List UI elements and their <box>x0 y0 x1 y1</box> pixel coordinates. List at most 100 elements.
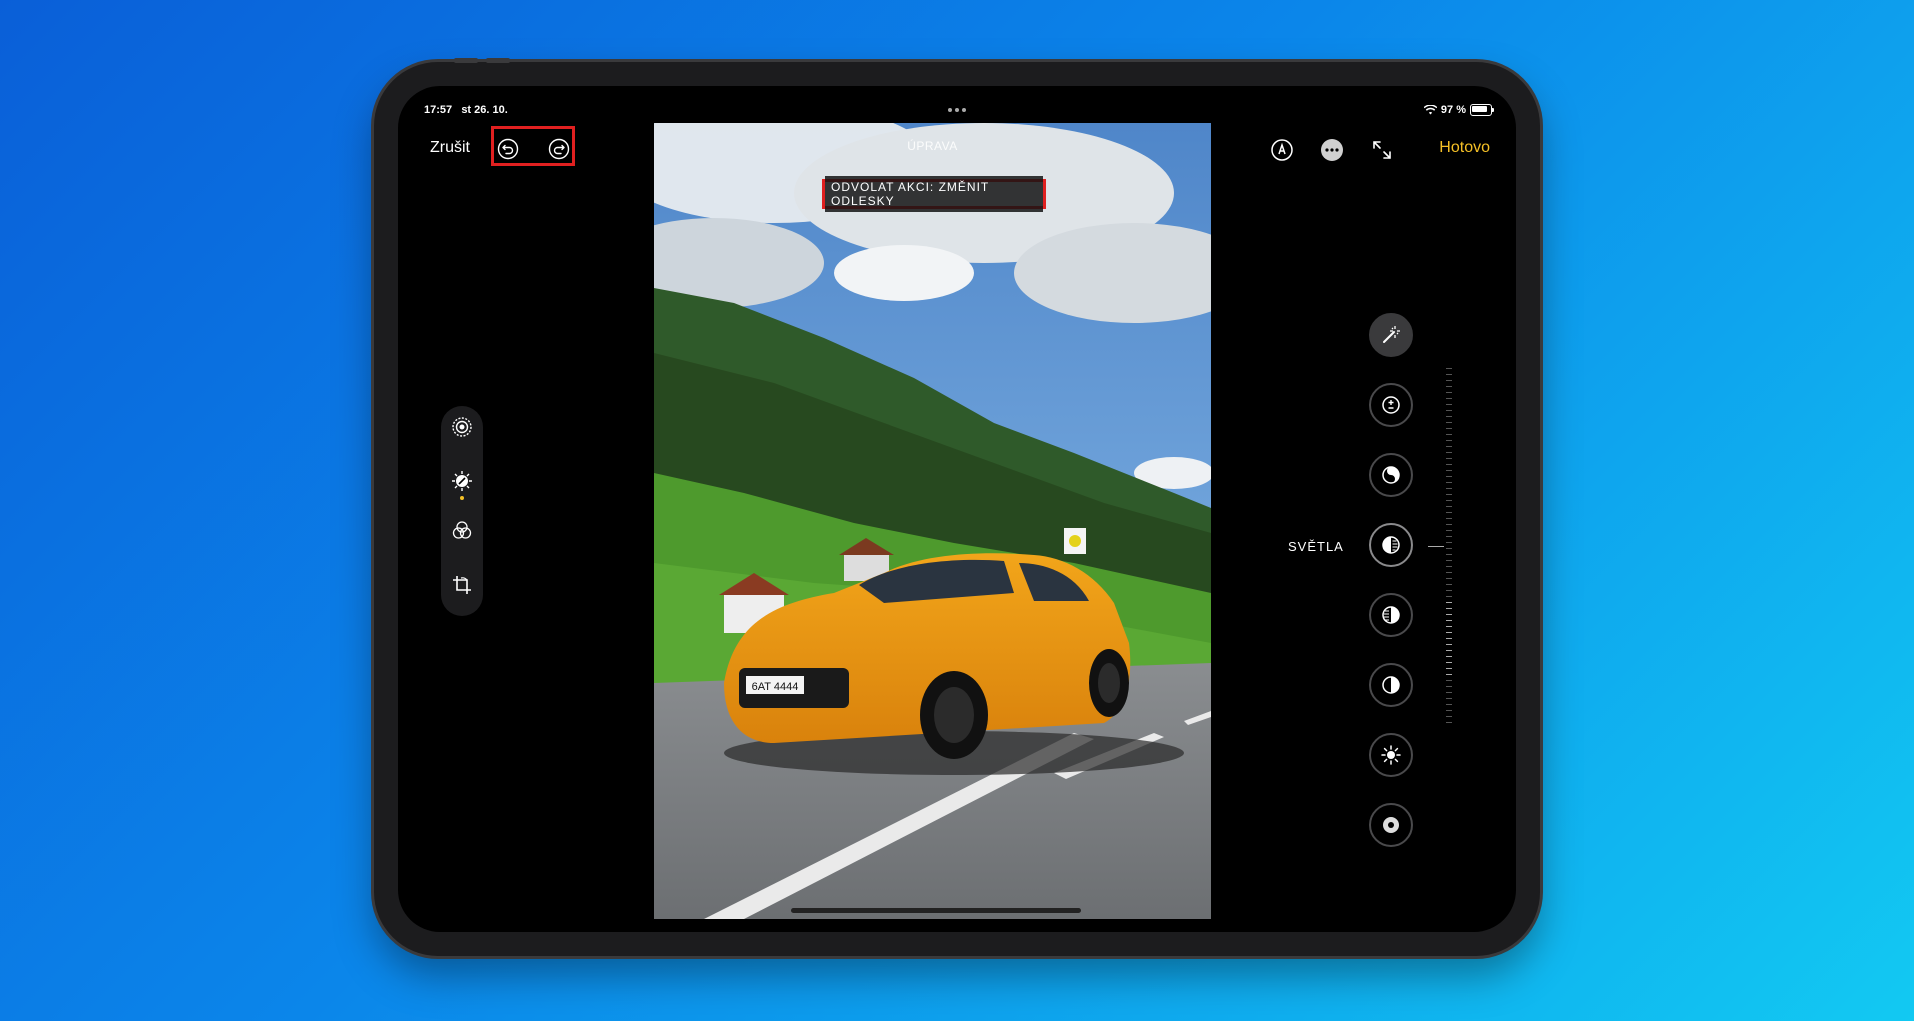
slider-tick <box>1446 644 1452 645</box>
slider-tick <box>1446 398 1452 399</box>
shadows-icon[interactable] <box>1369 593 1413 637</box>
battery-icon <box>1470 104 1494 116</box>
markup-pen-icon[interactable] <box>1270 138 1294 162</box>
slider-tick <box>1446 596 1452 597</box>
brightness-icon[interactable] <box>1369 733 1413 777</box>
slider-tick <box>1446 536 1452 537</box>
slider-tick <box>1446 542 1452 543</box>
slider-tick <box>1446 686 1452 687</box>
filters-icon[interactable] <box>451 520 473 542</box>
photo-image: 6AT 4444 <box>654 123 1211 919</box>
home-indicator[interactable] <box>791 908 1081 913</box>
slider-tick <box>1446 698 1452 699</box>
slider-tick <box>1446 554 1452 555</box>
slider-tick <box>1446 410 1452 411</box>
redo-icon[interactable] <box>548 138 570 160</box>
slider-tick <box>1446 584 1452 585</box>
slider-tick <box>1446 572 1452 573</box>
slider-tick <box>1446 416 1452 417</box>
done-button[interactable]: Hotovo <box>1439 139 1490 157</box>
slider-tick <box>1446 452 1452 453</box>
slider-tick <box>1446 446 1452 447</box>
status-bar-left: 17:57 st 26. 10. <box>424 104 508 116</box>
slider-tick <box>1446 512 1452 513</box>
undo-banner: ODVOLAT AKCI: ZMĚNIT ODLESKY <box>822 176 1046 212</box>
slider-tick <box>1446 380 1452 381</box>
slider-tick <box>1446 368 1452 369</box>
slider-tick <box>1446 674 1452 675</box>
screen: 17:57 st 26. 10. 97 % Zrušit 6AT 4444 ÚP… <box>398 86 1516 932</box>
status-bar-right: 97 % <box>1423 104 1494 116</box>
slider-tick <box>1446 476 1452 477</box>
status-date: st 26. 10. <box>461 104 508 116</box>
slider-tick <box>1446 578 1452 579</box>
multitasking-handle[interactable] <box>948 108 966 112</box>
brilliance-icon[interactable] <box>1369 453 1413 497</box>
contrast-icon[interactable] <box>1369 663 1413 707</box>
slider-tick <box>1446 404 1452 405</box>
adjustment-slider[interactable] <box>1440 368 1452 728</box>
cancel-button[interactable]: Zrušit <box>430 139 470 157</box>
more-icon[interactable] <box>1320 138 1344 162</box>
slider-tick <box>1446 482 1452 483</box>
slider-tick <box>1446 704 1452 705</box>
slider-tick <box>1446 422 1452 423</box>
slider-tick <box>1446 374 1452 375</box>
slider-tick <box>1446 650 1452 651</box>
slider-tick <box>1446 620 1452 621</box>
slider-tick <box>1446 500 1452 501</box>
slider-tick <box>1446 440 1452 441</box>
slider-tick <box>1446 710 1452 711</box>
slider-tick <box>1446 458 1452 459</box>
undo-icon[interactable] <box>497 138 519 160</box>
slider-tick <box>1446 470 1452 471</box>
slider-tick <box>1446 608 1452 609</box>
expand-icon[interactable] <box>1370 138 1394 162</box>
adjustment-label: SVĚTLA <box>1288 539 1344 554</box>
active-mode-dot <box>460 496 464 500</box>
slider-tick <box>1446 722 1452 723</box>
battery-percent: 97 % <box>1440 104 1466 116</box>
slider-indicator <box>1428 546 1444 547</box>
black-point-icon[interactable] <box>1369 803 1413 847</box>
slider-tick <box>1446 638 1452 639</box>
slider-tick <box>1446 386 1452 387</box>
slider-tick <box>1446 632 1452 633</box>
slider-tick <box>1446 464 1452 465</box>
slider-tick <box>1446 518 1452 519</box>
magic-wand-icon[interactable] <box>1369 313 1413 357</box>
slider-tick <box>1446 590 1452 591</box>
slider-tick <box>1446 656 1452 657</box>
live-photo-icon[interactable] <box>451 416 473 438</box>
slider-tick <box>1446 494 1452 495</box>
slider-tick <box>1446 524 1452 525</box>
slider-tick <box>1446 566 1452 567</box>
slider-tick <box>1446 602 1452 603</box>
exposure-icon[interactable] <box>1369 383 1413 427</box>
slider-tick <box>1446 488 1452 489</box>
slider-tick <box>1446 530 1452 531</box>
slider-tick <box>1446 548 1452 549</box>
ipad-frame: 17:57 st 26. 10. 97 % Zrušit 6AT 4444 ÚP… <box>374 58 1540 956</box>
license-plate: 6AT 4444 <box>752 681 799 693</box>
slider-tick <box>1446 614 1452 615</box>
edit-mode-toolbar <box>441 406 483 616</box>
wifi-icon <box>1423 105 1437 115</box>
slider-tick <box>1446 626 1452 627</box>
volume-button-2 <box>486 58 510 63</box>
edit-title: ÚPRAVA <box>907 139 958 153</box>
crop-rotate-icon[interactable] <box>451 574 473 596</box>
status-time: 17:57 <box>424 104 453 116</box>
slider-tick <box>1446 662 1452 663</box>
volume-button <box>454 58 478 63</box>
slider-tick <box>1446 428 1452 429</box>
photo-canvas[interactable]: 6AT 4444 ÚPRAVA ODVOLAT AKCI: ZMĚNIT ODL… <box>654 123 1211 919</box>
slider-tick <box>1446 692 1452 693</box>
slider-tick <box>1446 716 1452 717</box>
slider-tick <box>1446 392 1452 393</box>
slider-tick <box>1446 680 1452 681</box>
slider-tick <box>1446 668 1452 669</box>
slider-tick <box>1446 506 1452 507</box>
highlights-icon[interactable] <box>1369 523 1413 567</box>
adjust-dial-icon[interactable] <box>451 470 473 492</box>
